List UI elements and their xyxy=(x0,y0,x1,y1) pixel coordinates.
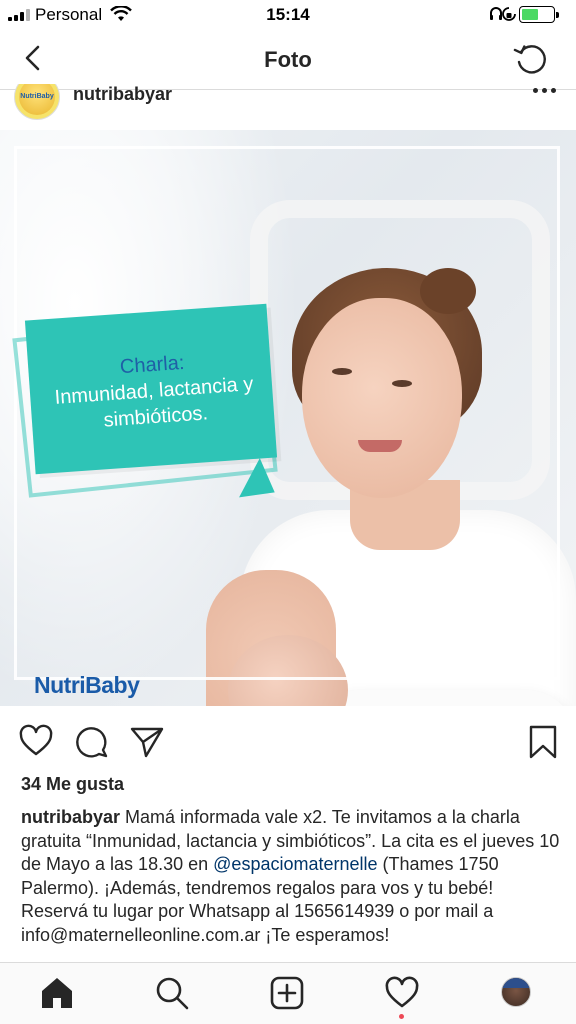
refresh-button[interactable] xyxy=(512,40,550,78)
home-icon[interactable] xyxy=(39,975,75,1011)
caption-mention[interactable]: @espaciomaternelle xyxy=(213,854,377,874)
likes-count[interactable]: 34 Me gusta xyxy=(21,774,124,795)
post-caption: nutribabyar Mamá informada vale x2. Te i… xyxy=(21,806,561,947)
status-bar: Personal 15:14 xyxy=(0,0,576,30)
more-options-icon[interactable] xyxy=(533,88,556,93)
share-icon[interactable] xyxy=(129,724,165,760)
comment-icon[interactable] xyxy=(74,724,110,760)
bookmark-icon[interactable] xyxy=(525,724,561,760)
add-post-icon[interactable] xyxy=(269,975,305,1011)
search-icon[interactable] xyxy=(154,975,190,1011)
orientation-lock-icon xyxy=(502,7,516,21)
baby-body xyxy=(310,690,576,706)
profile-avatar[interactable]: NutriBaby xyxy=(14,84,60,120)
brand-logo: NutriBaby xyxy=(34,672,140,698)
bottom-tab-bar xyxy=(0,962,576,1024)
like-heart-icon[interactable] xyxy=(18,724,54,760)
post-actions xyxy=(0,718,576,766)
post-image[interactable]: Charla: Inmunidad, lactancia y simbiótic… xyxy=(0,130,576,706)
avatar-logo-text: NutriBaby xyxy=(20,93,54,100)
caption-username[interactable]: nutribabyar xyxy=(21,807,120,827)
navigation-bar: Foto xyxy=(0,30,576,90)
speech-bubble-text: Charla: Inmunidad, lactancia y simbiótic… xyxy=(34,344,275,438)
post-username[interactable]: nutribabyar xyxy=(73,84,172,105)
page-title: Foto xyxy=(264,47,312,72)
notification-dot xyxy=(399,1014,404,1019)
battery-icon xyxy=(519,6,559,23)
activity-heart-icon[interactable] xyxy=(384,975,420,1011)
post-header: NutriBaby nutribabyar xyxy=(0,84,576,124)
profile-tab-avatar[interactable] xyxy=(501,977,531,1007)
headphones-icon xyxy=(490,7,502,20)
